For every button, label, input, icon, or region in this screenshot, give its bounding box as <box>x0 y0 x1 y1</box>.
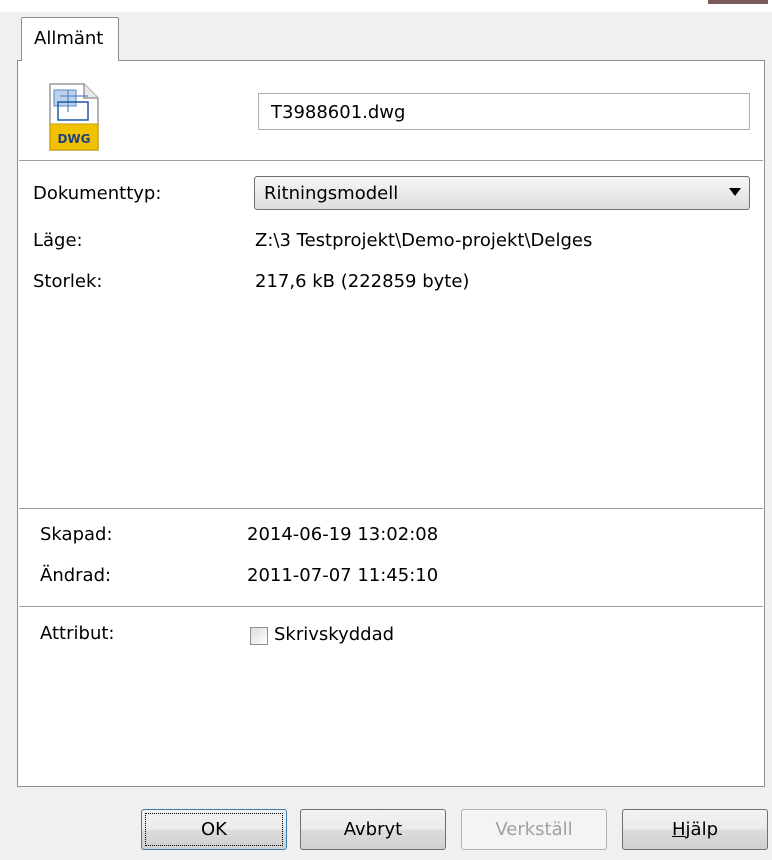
chevron-down-icon <box>729 188 741 196</box>
doc-type-selected: Ritningsmodell <box>264 183 399 204</box>
divider <box>19 606 763 607</box>
divider <box>19 160 763 161</box>
created-value: 2014-06-19 13:02:08 <box>247 524 439 545</box>
modified-value: 2011-07-07 11:45:10 <box>247 565 439 586</box>
location-label: Läge: <box>33 230 83 251</box>
properties-panel: DWG T3988601.dwg Dokumenttyp: Ritningsmo… <box>17 60 765 787</box>
tab-allmant-label: Allmänt <box>34 28 104 49</box>
apply-button[interactable]: Verkställ <box>461 809 607 850</box>
filename-field[interactable]: T3988601.dwg <box>258 93 750 130</box>
ok-button[interactable]: OK <box>141 809 287 850</box>
doc-type-select[interactable]: Ritningsmodell <box>254 176 750 210</box>
window-top-edge <box>0 0 772 12</box>
doc-type-label: Dokumenttyp: <box>33 183 162 204</box>
size-label: Storlek: <box>33 271 103 292</box>
created-label: Skapad: <box>40 524 113 545</box>
cancel-button[interactable]: Avbryt <box>300 809 446 850</box>
dwg-icon-text: DWG <box>57 132 90 146</box>
readonly-label[interactable]: Skrivskyddad <box>274 624 394 645</box>
filename-value: T3988601.dwg <box>271 102 406 123</box>
window-top-edge-accent <box>708 0 768 4</box>
readonly-checkbox[interactable] <box>250 627 268 645</box>
tab-allmant[interactable]: Allmänt <box>21 17 119 61</box>
modified-label: Ändrad: <box>40 565 112 586</box>
dwg-file-icon: DWG <box>49 83 99 151</box>
attributes-label: Attribut: <box>40 623 115 644</box>
location-value: Z:\3 Testprojekt\Demo-projekt\Delges <box>255 230 593 251</box>
help-button[interactable]: Hjälp <box>622 809 768 850</box>
divider <box>19 508 763 509</box>
help-label-rest: jälp <box>685 819 718 840</box>
help-mnemonic: H <box>671 819 686 840</box>
size-value: 217,6 kB (222859 byte) <box>255 271 470 292</box>
